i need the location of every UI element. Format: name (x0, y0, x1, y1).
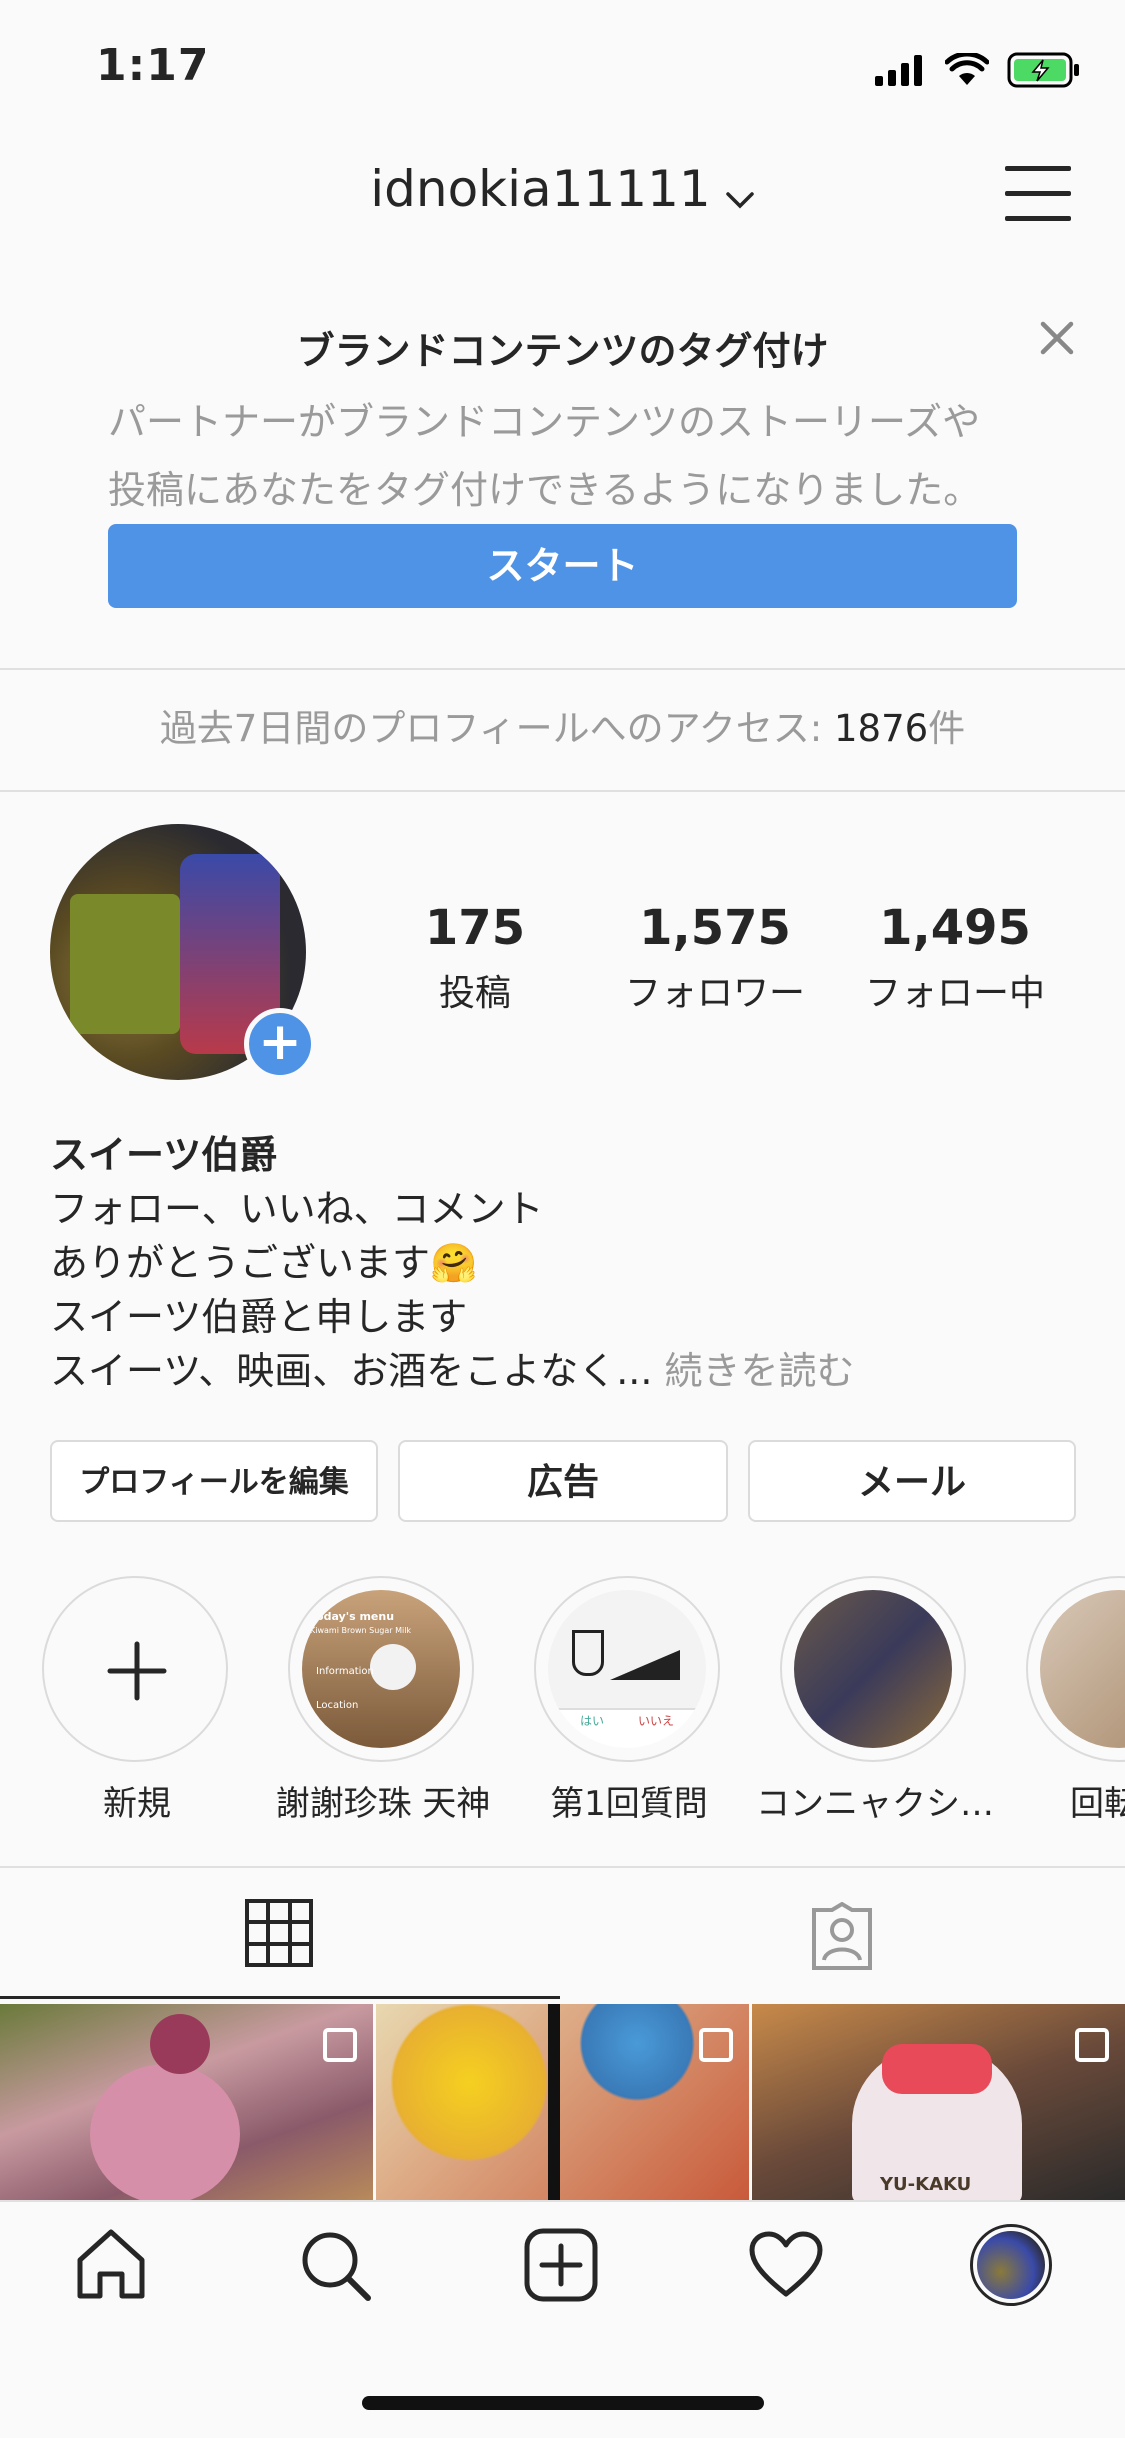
ads-button[interactable]: 広告 (398, 1440, 728, 1522)
bio-line: スイーツ、映画、お酒をこよなく... 続きを読む (50, 1349, 855, 1393)
multiple-posts-icon (323, 2028, 357, 2062)
divider (0, 668, 1125, 670)
bio-line: スイーツ伯爵と申します (50, 1295, 468, 1339)
bio: スイーツ伯爵 フォロー、いいね、コメント ありがとうございます🤗 スイーツ伯爵と… (50, 1128, 855, 1398)
following-stat[interactable]: 1,495 フォロー中 (850, 900, 1060, 1016)
profile-name: スイーツ伯爵 (50, 1133, 278, 1177)
banner-description: パートナーがブランドコンテンツのストーリーズや 投稿にあなたをタグ付けできるよう… (108, 400, 982, 512)
plus-icon (107, 1641, 167, 1701)
highlight-item[interactable]: Today's menu Kiwami Brown Sugar Milk Inf… (276, 1576, 490, 1824)
highlight-item[interactable]: 回転ス (1026, 1576, 1125, 1824)
username: idnokia11111 (370, 160, 711, 218)
read-more-link[interactable]: 続きを読む (665, 1349, 855, 1393)
highlight-item[interactable]: コンニャクシ… (756, 1576, 994, 1824)
signal-icon (875, 55, 922, 86)
bio-line: フォロー、いいね、コメント (50, 1187, 544, 1231)
home-indicator (362, 2396, 764, 2410)
grid-post[interactable] (0, 2004, 373, 2200)
chevron-down-icon (725, 164, 755, 222)
username-switcher[interactable]: idnokia11111 (0, 160, 1125, 222)
divider (0, 1866, 1125, 1868)
followers-stat[interactable]: 1,575 フォロワー (610, 900, 820, 1016)
home-icon[interactable] (74, 2228, 148, 2304)
hamburger-menu-icon[interactable] (1005, 166, 1071, 222)
wifi-icon (945, 53, 989, 85)
profile-avatar[interactable] (970, 2224, 1052, 2306)
highlight-new[interactable]: 新規 (42, 1576, 232, 1824)
battery-icon (1007, 52, 1079, 88)
status-time: 1:17 (96, 40, 210, 91)
search-icon[interactable] (298, 2228, 374, 2308)
divider (0, 790, 1125, 792)
tagged-person-icon[interactable] (806, 1901, 878, 1974)
grid-post[interactable] (376, 2004, 749, 2200)
grid-post[interactable]: YU-KAKU (752, 2004, 1125, 2200)
status-icons (875, 50, 1081, 90)
highlight-item[interactable]: はい いいえ 第1回質問 (534, 1576, 724, 1824)
multiple-posts-icon (699, 2028, 733, 2062)
grid-icon[interactable] (244, 1898, 314, 1972)
profile-access-stat[interactable]: 過去7日間のプロフィールへのアクセス: 1876件 (0, 698, 1125, 752)
bio-line: ありがとうございます🤗 (50, 1241, 478, 1285)
multiple-posts-icon (1075, 2028, 1109, 2062)
add-post-icon[interactable] (524, 2228, 598, 2306)
active-tab-indicator (0, 1996, 560, 1999)
heart-icon[interactable] (748, 2230, 824, 2304)
banner-title: ブランドコンテンツのタグ付け (296, 329, 829, 373)
email-button[interactable]: メール (748, 1440, 1076, 1522)
close-icon[interactable] (1037, 318, 1077, 358)
posts-stat[interactable]: 175 投稿 (400, 900, 550, 1016)
start-button[interactable]: スタート (108, 524, 1017, 608)
add-story-icon[interactable]: + (244, 1008, 316, 1080)
edit-profile-button[interactable]: プロフィールを編集 (50, 1440, 378, 1522)
